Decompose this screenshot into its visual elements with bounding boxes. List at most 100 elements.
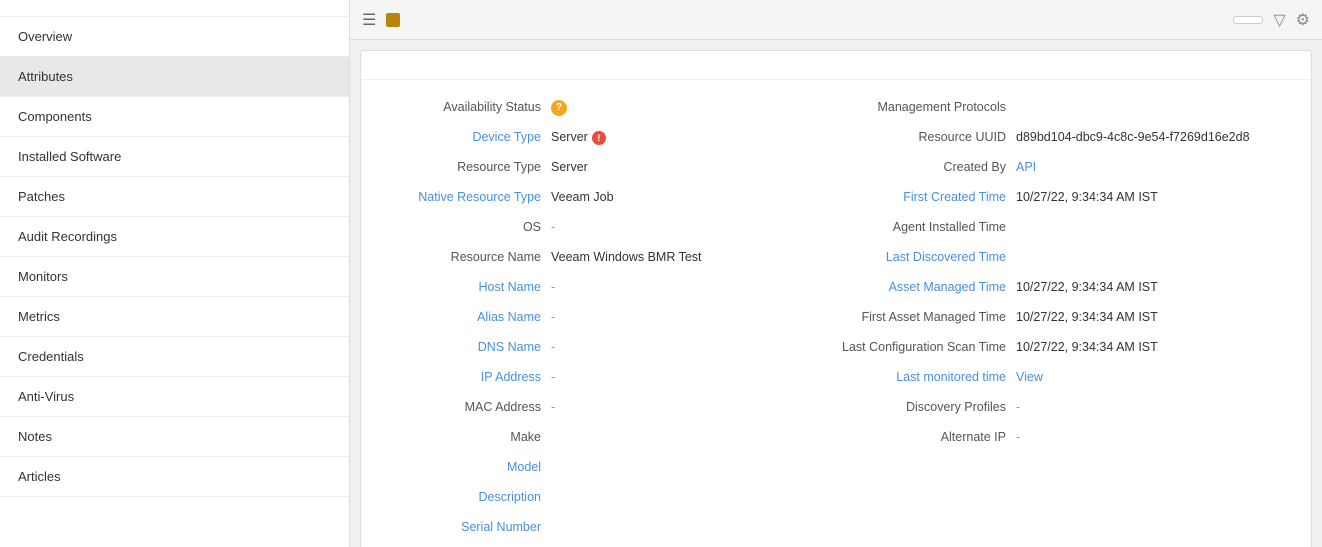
field-value-4: - bbox=[551, 218, 836, 234]
field-value-10: - bbox=[551, 398, 836, 414]
right-field-value-4 bbox=[1016, 218, 1291, 220]
sidebar-item-credentials[interactable]: Credentials bbox=[0, 337, 349, 377]
right-field-label-11: Alternate IP bbox=[836, 428, 1016, 444]
field-value-6: - bbox=[551, 278, 836, 294]
field-label-14: Serial Number bbox=[381, 518, 551, 534]
right-field-row-8: Last Configuration Scan Time10/27/22, 9:… bbox=[836, 338, 1291, 362]
right-field-value-5 bbox=[1016, 248, 1291, 250]
right-field-row-0: Management Protocols bbox=[836, 98, 1291, 122]
field-value-3: Veeam Job bbox=[551, 188, 836, 204]
left-field-row-4: OS- bbox=[381, 218, 836, 242]
topbar-actions: ▽ ⚙ bbox=[1273, 10, 1310, 30]
right-field-value-1: d89bd104-dbc9-4c8c-9e54-f7269d16e2d8 bbox=[1016, 128, 1291, 144]
sidebar-item-overview[interactable]: Overview bbox=[0, 17, 349, 57]
field-value-13 bbox=[551, 488, 836, 490]
right-fields: Management Protocols Resource UUIDd89bd10… bbox=[836, 90, 1291, 547]
back-button[interactable] bbox=[1233, 16, 1263, 24]
sidebar-item-patches[interactable]: Patches bbox=[0, 177, 349, 217]
left-field-row-2: Resource TypeServer bbox=[381, 158, 836, 182]
left-field-row-0: Availability Status? bbox=[381, 98, 836, 122]
field-label-1: Device Type bbox=[381, 128, 551, 144]
sidebar-item-metrics[interactable]: Metrics bbox=[0, 297, 349, 337]
field-label-3: Native Resource Type bbox=[381, 188, 551, 204]
field-label-8: DNS Name bbox=[381, 338, 551, 354]
sidebar-item-notes[interactable]: Notes bbox=[0, 417, 349, 457]
field-value-8: - bbox=[551, 338, 836, 354]
left-field-row-1: Device TypeServer! bbox=[381, 128, 836, 152]
sidebar-item-audit-recordings[interactable]: Audit Recordings bbox=[0, 217, 349, 257]
right-field-label-3: First Created Time bbox=[836, 188, 1016, 204]
left-field-row-12: Model bbox=[381, 458, 836, 482]
device-icon bbox=[386, 13, 400, 27]
right-field-row-7: First Asset Managed Time10/27/22, 9:34:3… bbox=[836, 308, 1291, 332]
right-field-row-9: Last monitored timeView bbox=[836, 368, 1291, 392]
sidebar: OverviewAttributesComponentsInstalled So… bbox=[0, 0, 350, 547]
field-label-6: Host Name bbox=[381, 278, 551, 294]
right-field-label-9: Last monitored time bbox=[836, 368, 1016, 384]
right-field-row-11: Alternate IP- bbox=[836, 428, 1291, 452]
sidebar-back-button[interactable] bbox=[0, 0, 349, 17]
field-value-7: - bbox=[551, 308, 836, 324]
right-field-value-6: 10/27/22, 9:34:34 AM IST bbox=[1016, 278, 1291, 294]
field-label-11: Make bbox=[381, 428, 551, 444]
field-value-9: - bbox=[551, 368, 836, 384]
field-value-11 bbox=[551, 428, 836, 430]
right-field-value-9[interactable]: View bbox=[1016, 368, 1291, 384]
left-field-row-10: MAC Address- bbox=[381, 398, 836, 422]
field-label-13: Description bbox=[381, 488, 551, 504]
field-label-2: Resource Type bbox=[381, 158, 551, 174]
field-value-5: Veeam Windows BMR Test bbox=[551, 248, 836, 264]
sidebar-item-installed-software[interactable]: Installed Software bbox=[0, 137, 349, 177]
left-field-row-11: Make bbox=[381, 428, 836, 452]
menu-icon[interactable]: ☰ bbox=[362, 10, 376, 30]
card-header bbox=[361, 51, 1311, 80]
right-field-row-1: Resource UUIDd89bd104-dbc9-4c8c-9e54-f72… bbox=[836, 128, 1291, 152]
left-field-row-14: Serial Number bbox=[381, 518, 836, 542]
sidebar-item-components[interactable]: Components bbox=[0, 97, 349, 137]
settings-icon[interactable]: ⚙ bbox=[1296, 10, 1310, 30]
field-value-12 bbox=[551, 458, 836, 460]
field-label-9: IP Address bbox=[381, 368, 551, 384]
left-field-row-3: Native Resource TypeVeeam Job bbox=[381, 188, 836, 212]
right-field-row-6: Asset Managed Time10/27/22, 9:34:34 AM I… bbox=[836, 278, 1291, 302]
right-field-label-5: Last Discovered Time bbox=[836, 248, 1016, 264]
field-value-1: Server! bbox=[551, 128, 836, 145]
main-content: ☰ ▽ ⚙ Availability Status?Device TypeSer… bbox=[350, 0, 1322, 547]
field-label-12: Model bbox=[381, 458, 551, 474]
field-value-0[interactable]: ? bbox=[551, 98, 567, 116]
field-label-0: Availability Status bbox=[381, 98, 551, 114]
right-field-label-1: Resource UUID bbox=[836, 128, 1016, 144]
left-field-row-8: DNS Name- bbox=[381, 338, 836, 362]
right-field-value-8: 10/27/22, 9:34:34 AM IST bbox=[1016, 338, 1291, 354]
right-field-value-2[interactable]: API bbox=[1016, 158, 1291, 174]
right-field-value-0 bbox=[1016, 98, 1291, 100]
right-field-value-3: 10/27/22, 9:34:34 AM IST bbox=[1016, 188, 1291, 204]
filter-icon[interactable]: ▽ bbox=[1273, 10, 1285, 30]
topbar: ☰ ▽ ⚙ bbox=[350, 0, 1322, 40]
sidebar-item-articles[interactable]: Articles bbox=[0, 457, 349, 497]
right-field-label-2: Created By bbox=[836, 158, 1016, 174]
left-field-row-13: Description bbox=[381, 488, 836, 512]
sidebar-item-attributes[interactable]: Attributes bbox=[0, 57, 349, 97]
right-field-value-10: - bbox=[1016, 398, 1291, 414]
left-field-row-6: Host Name- bbox=[381, 278, 836, 302]
field-label-10: MAC Address bbox=[381, 398, 551, 414]
right-field-row-5: Last Discovered Time bbox=[836, 248, 1291, 272]
right-field-row-10: Discovery Profiles- bbox=[836, 398, 1291, 422]
right-field-label-6: Asset Managed Time bbox=[836, 278, 1016, 294]
right-field-row-4: Agent Installed Time bbox=[836, 218, 1291, 242]
sidebar-item-monitors[interactable]: Monitors bbox=[0, 257, 349, 297]
right-field-value-11: - bbox=[1016, 428, 1291, 444]
field-value-2: Server bbox=[551, 158, 836, 174]
availability-status-icon[interactable]: ? bbox=[551, 100, 567, 116]
right-field-row-2: Created ByAPI bbox=[836, 158, 1291, 182]
basic-information-card: Availability Status?Device TypeServer!Re… bbox=[360, 50, 1312, 547]
field-label-4: OS bbox=[381, 218, 551, 234]
left-field-row-9: IP Address- bbox=[381, 368, 836, 392]
left-field-row-5: Resource NameVeeam Windows BMR Test bbox=[381, 248, 836, 272]
right-field-label-10: Discovery Profiles bbox=[836, 398, 1016, 414]
field-label-7: Alias Name bbox=[381, 308, 551, 324]
sidebar-item-anti-virus[interactable]: Anti-Virus bbox=[0, 377, 349, 417]
right-field-row-3: First Created Time10/27/22, 9:34:34 AM I… bbox=[836, 188, 1291, 212]
content-area: Availability Status?Device TypeServer!Re… bbox=[350, 40, 1322, 547]
